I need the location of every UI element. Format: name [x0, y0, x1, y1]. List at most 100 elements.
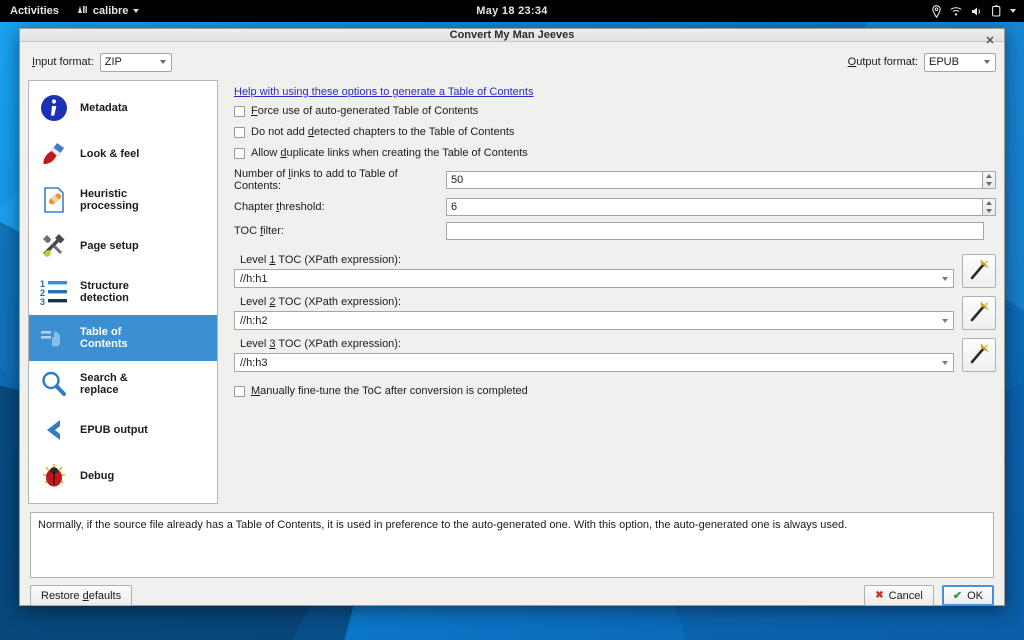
checkbox-manual-finetune[interactable]: Manually fine-tune the ToC after convers…: [234, 385, 996, 397]
settings-sidebar[interactable]: Metadata Look & feel: [28, 80, 218, 504]
activities-label: Activities: [10, 5, 59, 17]
stepper-buttons[interactable]: [982, 198, 996, 216]
sidebar-item-table-of-contents[interactable]: Table of Contents: [29, 315, 217, 361]
output-format-label: Output format:: [848, 56, 918, 68]
dialog-title-bar: Convert My Man Jeeves ✕: [20, 29, 1004, 42]
checkbox-box[interactable]: [234, 127, 245, 138]
input-format-value: ZIP: [105, 56, 122, 68]
check-icon: ✔: [953, 589, 962, 602]
chapter-threshold-label: Chapter threshold:: [234, 201, 446, 213]
toc-filter-label: TOC filter:: [234, 225, 446, 237]
chevron-left-icon: [37, 413, 71, 447]
sidebar-item-label: Debug: [80, 470, 114, 482]
help-link[interactable]: Help with using these options to generat…: [234, 86, 533, 98]
volume-icon: [971, 6, 983, 17]
location-icon: [932, 5, 941, 18]
xpath-level-1-wizard-button[interactable]: [962, 254, 996, 288]
sidebar-item-label: Table of Contents: [80, 326, 148, 350]
sidebar-item-label: Search & replace: [80, 372, 150, 396]
sidebar-item-label: EPUB output: [80, 424, 148, 436]
xpath-level-2-value: //h:h2: [240, 315, 268, 327]
dialog-title: Convert My Man Jeeves: [450, 29, 575, 41]
format-row: Input format: ZIP Output format: EPUB: [32, 50, 996, 74]
wifi-icon: [950, 6, 962, 17]
restore-defaults-label: Restore defaults: [41, 590, 121, 602]
stepper-up-icon[interactable]: [986, 201, 992, 205]
chapter-threshold-stepper[interactable]: 6: [446, 198, 996, 216]
cancel-button[interactable]: ✖ Cancel: [864, 585, 934, 606]
close-icon: ✖: [875, 590, 883, 601]
info-circle-icon: [37, 91, 71, 125]
checkbox-label: Manually fine-tune the ToC after convers…: [251, 385, 528, 397]
activities-button[interactable]: Activities: [10, 5, 59, 17]
stepper-down-icon[interactable]: [986, 182, 992, 186]
sidebar-item-page-setup[interactable]: Page setup: [29, 223, 217, 269]
sidebar-item-heuristic-processing[interactable]: Heuristic processing: [29, 177, 217, 223]
xpath-level-1-combo[interactable]: //h:h1: [234, 269, 954, 288]
system-top-bar: Activities calibre May 18 23:34: [0, 0, 1024, 22]
sidebar-item-metadata[interactable]: Metadata: [29, 85, 217, 131]
stepper-down-icon[interactable]: [986, 209, 992, 213]
clock[interactable]: May 18 23:34: [0, 5, 1024, 17]
close-icon[interactable]: ✕: [982, 32, 998, 48]
sidebar-item-debug[interactable]: Debug: [29, 453, 217, 499]
number-of-links-row: Number of links to add to Table of Conte…: [234, 168, 996, 192]
chevron-down-icon[interactable]: [1010, 9, 1016, 13]
checkbox-allow-duplicate-links[interactable]: Allow duplicate links when creating the …: [234, 147, 996, 159]
calibre-icon: [77, 4, 88, 18]
xpath-level-3-label: Level 3 TOC (XPath expression):: [240, 338, 954, 350]
sidebar-item-epub-output[interactable]: EPUB output: [29, 407, 217, 453]
magnifier-icon: [37, 367, 71, 401]
number-of-links-stepper[interactable]: 50: [446, 171, 996, 189]
output-format-select[interactable]: EPUB: [924, 53, 996, 72]
number-of-links-label: Number of links to add to Table of Conte…: [234, 168, 446, 192]
convert-dialog: Convert My Man Jeeves ✕ Input format: ZI…: [19, 28, 1005, 606]
clock-label: May 18 23:34: [476, 5, 547, 17]
magic-wand-icon: [968, 259, 990, 284]
svg-text:3: 3: [40, 297, 45, 307]
numbered-list-icon: 1 2 3: [37, 275, 71, 309]
xpath-level-3-block: Level 3 TOC (XPath expression): //h:h3: [234, 338, 996, 372]
xpath-level-1-block: Level 1 TOC (XPath expression): //h:h1: [234, 254, 996, 288]
chevron-down-icon: [942, 319, 948, 323]
checkbox-box[interactable]: [234, 386, 245, 397]
sidebar-item-search-and-replace[interactable]: Search & replace: [29, 361, 217, 407]
chevron-down-icon: [942, 277, 948, 281]
ok-label: OK: [967, 590, 983, 602]
checkbox-no-detected-chapters[interactable]: Do not add detected chapters to the Tabl…: [234, 126, 996, 138]
checkbox-label: Allow duplicate links when creating the …: [251, 147, 528, 159]
ok-button[interactable]: ✔ OK: [942, 585, 994, 606]
chevron-down-icon: [984, 60, 990, 64]
checkbox-box[interactable]: [234, 106, 245, 117]
sidebar-item-label: Structure detection: [80, 280, 150, 304]
xpath-level-2-label: Level 2 TOC (XPath expression):: [240, 296, 954, 308]
cancel-label: Cancel: [889, 590, 923, 602]
status-icons[interactable]: [932, 5, 1016, 18]
chapter-threshold-input[interactable]: 6: [446, 198, 982, 216]
sidebar-item-label: Heuristic processing: [80, 188, 150, 212]
checkbox-force-auto-toc[interactable]: Force use of auto-generated Table of Con…: [234, 105, 996, 117]
xpath-level-3-wizard-button[interactable]: [962, 338, 996, 372]
checkbox-box[interactable]: [234, 148, 245, 159]
stepper-buttons[interactable]: [982, 171, 996, 189]
wrench-screwdriver-icon: [37, 229, 71, 263]
xpath-level-3-combo[interactable]: //h:h3: [234, 353, 954, 372]
sidebar-item-look-and-feel[interactable]: Look & feel: [29, 131, 217, 177]
toc-filter-row: TOC filter:: [234, 222, 996, 240]
app-menu-calibre[interactable]: calibre: [77, 4, 139, 18]
chapter-threshold-row: Chapter threshold: 6: [234, 198, 996, 216]
dialog-button-bar: Restore defaults ✖ Cancel ✔ OK: [28, 585, 996, 608]
magic-wand-icon: [968, 343, 990, 368]
xpath-level-2-combo[interactable]: //h:h2: [234, 311, 954, 330]
restore-defaults-button[interactable]: Restore defaults: [30, 585, 132, 606]
xpath-level-1-value: //h:h1: [240, 273, 268, 285]
sidebar-item-structure-detection[interactable]: 1 2 3 Structure detection: [29, 269, 217, 315]
stepper-up-icon[interactable]: [986, 174, 992, 178]
paintbrush-icon: [37, 137, 71, 171]
checkbox-label: Do not add detected chapters to the Tabl…: [251, 126, 514, 138]
input-format-select[interactable]: ZIP: [100, 53, 172, 72]
number-of-links-input[interactable]: 50: [446, 171, 982, 189]
chevron-down-icon: [942, 361, 948, 365]
xpath-level-2-wizard-button[interactable]: [962, 296, 996, 330]
toc-filter-input[interactable]: [446, 222, 984, 240]
